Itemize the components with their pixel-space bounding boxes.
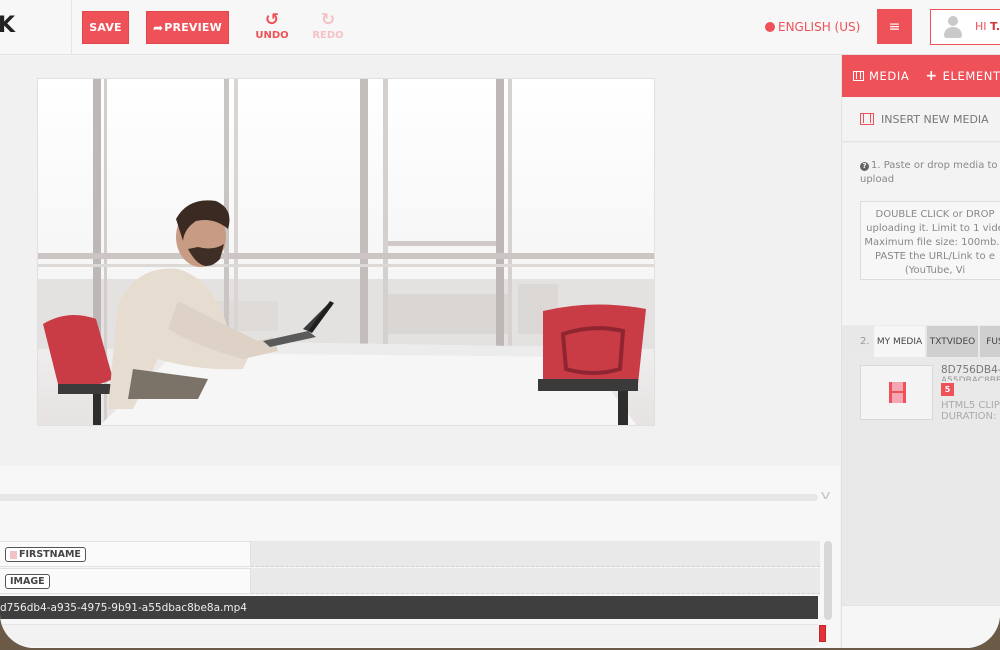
upload-section: ? 1. Paste or drop media to upload DOUBLE…	[842, 143, 1000, 325]
track-tag-image[interactable]: IMAGE	[5, 574, 50, 589]
tab-my-media-label: MY MEDIA	[876, 336, 923, 347]
redo-button[interactable]: ↻ REDO	[308, 11, 348, 41]
app-window: K SAVE ➦ PREVIEW ↺ UNDO ↻ REDO ENGLISH (…	[0, 0, 1000, 648]
tab-txtvideo[interactable]: TXTVIDEO	[927, 326, 978, 357]
track-tag-firstname[interactable]: FIRSTNAME	[5, 547, 86, 562]
language-selector[interactable]: ENGLISH (US)	[765, 20, 860, 34]
library-step-number: 2.	[860, 336, 870, 347]
plus-icon: +	[925, 68, 938, 84]
undo-button[interactable]: ↺ UNDO	[252, 11, 292, 41]
playhead-handle[interactable]	[819, 625, 826, 642]
tab-fus-label: FUS	[986, 336, 1000, 347]
save-button[interactable]: SAVE	[82, 11, 129, 44]
dropzone-line: (YouTube, Vi	[904, 265, 966, 276]
tab-fus[interactable]: FUS	[980, 326, 1000, 357]
media-item-id: 8D756DB4-A	[941, 364, 1000, 376]
media-thumbnail[interactable]	[860, 365, 933, 420]
film-icon	[889, 382, 906, 403]
tab-elements[interactable]: + ELEMENTS	[925, 68, 1000, 84]
user-name: T...	[990, 20, 1000, 33]
time-ruler[interactable]	[0, 624, 818, 646]
dropzone-line: Maximum file size: 100mb. I	[864, 237, 1000, 248]
logo-glyph: K	[0, 13, 16, 38]
tracks-scrollbar[interactable]	[824, 541, 832, 620]
top-toolbar: K SAVE ➦ PREVIEW ↺ UNDO ↻ REDO ENGLISH (…	[0, 0, 1000, 55]
globe-icon	[765, 22, 775, 32]
upload-instruction: ? 1. Paste or drop media to upload	[860, 159, 1000, 187]
user-menu[interactable]: HI T...	[930, 9, 1000, 45]
media-item-type: HTML5 CLIP	[941, 400, 1000, 411]
right-panel: MEDIA + ELEMENTS INSERT NEW MEDIA ?1. Pa…	[841, 55, 1000, 648]
share-arrow-icon: ➦	[153, 20, 164, 35]
dropzone-line: DOUBLE CLICK or DROP	[875, 209, 995, 220]
undo-label: UNDO	[255, 30, 289, 41]
question-circle-icon: ?	[860, 162, 869, 171]
track-label-cell: IMAGE	[0, 568, 251, 594]
preview-label: PREVIEW	[164, 21, 222, 34]
greeting-prefix: HI	[975, 20, 991, 33]
film-icon	[853, 71, 864, 81]
track-tag-label: IMAGE	[10, 576, 45, 587]
language-label: ENGLISH (US)	[778, 20, 861, 34]
panel-tabs: MEDIA + ELEMENTS	[842, 55, 1000, 97]
media-item-duration: DURATION: 0	[941, 411, 1000, 422]
panel-footer	[842, 605, 1000, 648]
media-item-id-cont: A55DBAC8BE	[941, 376, 1000, 381]
html5-icon: 5	[941, 383, 954, 396]
tab-txtvideo-label: TXTVIDEO	[929, 336, 976, 347]
preview-button[interactable]: ➦ PREVIEW	[146, 11, 229, 44]
media-clip-filename: d756db4-a935-4975-9b91-a55dbac8be8a.mp4	[0, 601, 247, 614]
timeline-scroll-track[interactable]	[0, 494, 818, 501]
track-row[interactable]: IMAGE	[0, 568, 820, 594]
user-greeting: HI T...	[975, 20, 1000, 33]
media-item-info[interactable]: 8D756DB4-A A55DBAC8BE 5 HTML5 CLIP DURAT…	[941, 365, 1000, 422]
insert-new-media-button[interactable]: INSERT NEW MEDIA	[842, 97, 1000, 142]
dropzone-line: uploading it. Limit to 1 vide	[866, 223, 1000, 234]
redo-label: REDO	[312, 30, 344, 41]
hamburger-menu-button[interactable]: ≡	[877, 9, 912, 44]
tab-elements-label: ELEMENTS	[942, 69, 1000, 83]
upload-instruction-text: 1. Paste or drop media to upload	[860, 160, 998, 185]
upload-dropzone[interactable]: DOUBLE CLICK or DROP uploading it. Limit…	[860, 201, 1000, 280]
timeline-panel: v FIRSTNAME IMAGE d756db4-a935-4975-9b91…	[0, 466, 840, 648]
avatar-icon	[943, 16, 963, 38]
text-field-icon	[10, 550, 17, 559]
library-tabs: 2. MY MEDIA TXTVIDEO FUS	[842, 326, 1000, 357]
media-library: 8D756DB4-A A55DBAC8BE 5 HTML5 CLIP DURAT…	[842, 357, 1000, 605]
tab-media-label: MEDIA	[869, 69, 910, 83]
film-icon	[860, 113, 874, 125]
media-clip-row[interactable]: d756db4-a935-4975-9b91-a55dbac8be8a.mp4	[0, 596, 818, 619]
logo[interactable]: K	[0, 0, 72, 55]
dropzone-line: PASTE the URL/Link to e	[874, 251, 995, 262]
editor-stage	[0, 56, 840, 466]
tab-media[interactable]: MEDIA	[853, 69, 909, 83]
tab-my-media[interactable]: MY MEDIA	[874, 326, 925, 357]
undo-icon: ↺	[264, 10, 280, 30]
office-scene-image	[38, 79, 654, 425]
track-tag-label: FIRSTNAME	[19, 549, 81, 560]
chevron-down-icon[interactable]: v	[821, 488, 831, 502]
track-row[interactable]: FIRSTNAME	[0, 541, 820, 567]
video-preview[interactable]	[37, 78, 655, 426]
save-label: SAVE	[89, 21, 122, 34]
redo-icon: ↻	[320, 10, 336, 30]
track-label-cell: FIRSTNAME	[0, 541, 251, 567]
hamburger-icon: ≡	[888, 18, 901, 35]
insert-new-media-label: INSERT NEW MEDIA	[881, 112, 989, 126]
